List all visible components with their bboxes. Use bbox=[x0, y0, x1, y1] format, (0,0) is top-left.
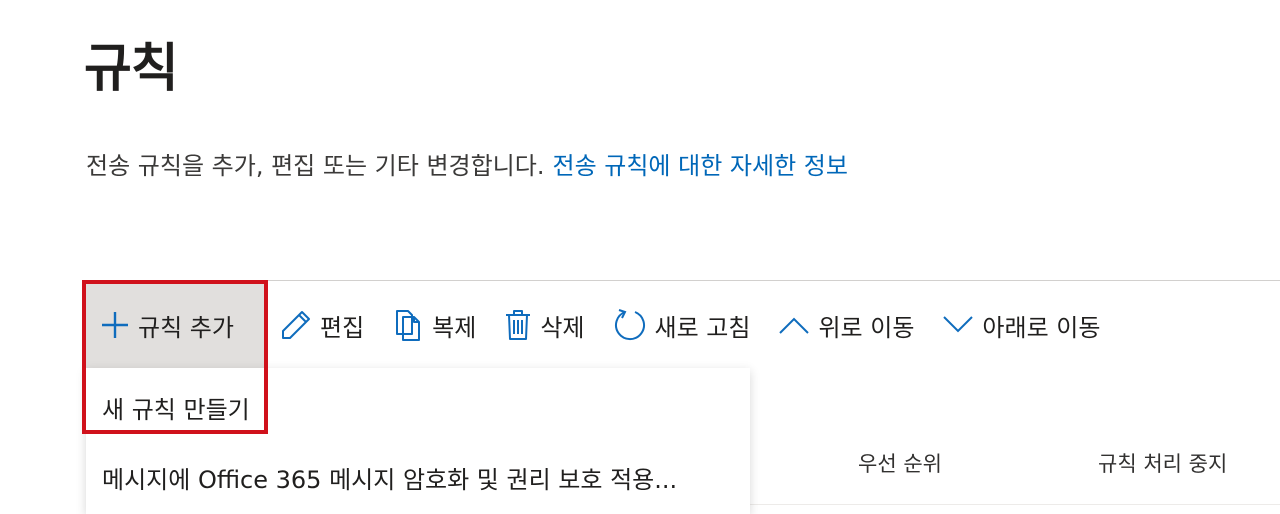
move-down-label: 아래로 이동 bbox=[982, 313, 1101, 342]
table-header-divider bbox=[750, 504, 1280, 505]
edit-button[interactable]: 편집 bbox=[272, 282, 372, 368]
trash-icon bbox=[504, 309, 532, 341]
refresh-button[interactable]: 새로 고침 bbox=[605, 282, 759, 368]
copy-icon bbox=[394, 308, 424, 342]
delete-label: 삭제 bbox=[540, 313, 585, 342]
delete-button[interactable]: 삭제 bbox=[496, 282, 592, 368]
refresh-icon bbox=[613, 308, 647, 342]
pencil-icon bbox=[280, 309, 312, 341]
refresh-label: 새로 고침 bbox=[654, 313, 751, 342]
copy-button[interactable]: 복제 bbox=[386, 282, 484, 368]
move-up-button[interactable]: 위로 이동 bbox=[770, 282, 922, 368]
menu-item-apply-office365-encryption[interactable]: 메시지에 Office 365 메시지 암호화 및 권리 보호 적용... bbox=[102, 460, 734, 495]
move-down-button[interactable]: 아래로 이동 bbox=[934, 282, 1108, 368]
chevron-up-icon bbox=[778, 315, 810, 335]
learn-more-link[interactable]: 전송 규칙에 대한 자세한 정보 bbox=[552, 152, 847, 180]
page-title: 규칙 bbox=[84, 39, 179, 99]
edit-label: 편집 bbox=[320, 313, 365, 342]
column-header-priority[interactable]: 우선 순위 bbox=[858, 448, 942, 478]
chevron-down-icon bbox=[942, 315, 974, 335]
red-highlight-box bbox=[82, 280, 268, 434]
page-description: 전송 규칙을 추가, 편집 또는 기타 변경합니다. 전송 규칙에 대한 자세한 … bbox=[86, 146, 848, 181]
copy-label: 복제 bbox=[432, 313, 477, 342]
description-text: 전송 규칙을 추가, 편집 또는 기타 변경합니다. bbox=[86, 152, 545, 180]
rules-page: 규칙 전송 규칙을 추가, 편집 또는 기타 변경합니다. 전송 규칙에 대한 자… bbox=[0, 0, 1280, 514]
column-header-stop-processing[interactable]: 규칙 처리 중지 bbox=[1098, 448, 1227, 478]
move-up-label: 위로 이동 bbox=[818, 313, 915, 342]
